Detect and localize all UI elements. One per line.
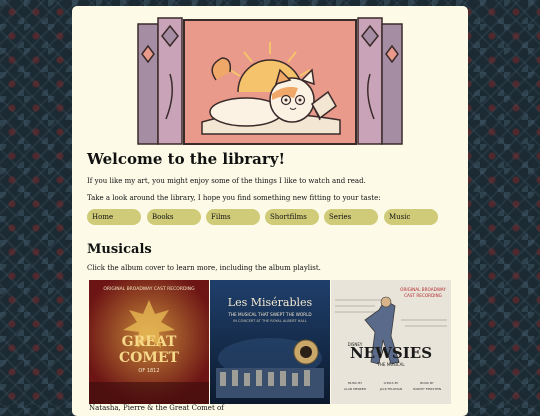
album-caption: Natasha, Pierre & the Great Comet of [89, 404, 224, 412]
svg-text:BOOK BY: BOOK BY [420, 381, 434, 385]
svg-text:OF 1812: OF 1812 [138, 368, 159, 374]
svg-text:COMET: COMET [119, 350, 180, 366]
nav-home[interactable]: Home [87, 209, 141, 225]
svg-text:HARVEY FIERSTEIN: HARVEY FIERSTEIN [413, 387, 441, 391]
section-title: Musicals [87, 242, 152, 257]
library-banner-illustration [106, 14, 434, 148]
album-cover-great-comet[interactable]: ORIGINAL BROADWAY CAST RECORDING GREAT C… [89, 280, 209, 404]
svg-text:JACK FELDMAN: JACK FELDMAN [379, 387, 402, 391]
content-card: Welcome to the library! If you like my a… [72, 6, 468, 416]
svg-text:ALAN MENKEN: ALAN MENKEN [344, 387, 366, 391]
svg-text:IN CONCERT AT THE ROYAL ALBERT: IN CONCERT AT THE ROYAL ALBERT HALL [233, 319, 307, 323]
svg-text:ORIGINAL BROADWAY: ORIGINAL BROADWAY [400, 287, 446, 292]
svg-text:Les Misérables: Les Misérables [228, 296, 313, 309]
svg-text:NEWSIES: NEWSIES [350, 344, 432, 362]
svg-text:THE MUSICAL THAT SWEPT THE WOR: THE MUSICAL THAT SWEPT THE WORLD [227, 312, 311, 317]
nav-bar: Home Books Films Shortfilms Series Music [87, 209, 447, 225]
svg-text:ORIGINAL BROADWAY CAST RECORDI: ORIGINAL BROADWAY CAST RECORDING [103, 286, 195, 292]
page-title: Welcome to the library! [87, 150, 286, 168]
nav-films[interactable]: Films [206, 209, 260, 225]
svg-text:CAST RECORDING: CAST RECORDING [404, 293, 442, 298]
intro-text: If you like my art, you might enjoy some… [87, 177, 366, 185]
nav-books[interactable]: Books [147, 209, 201, 225]
nav-music[interactable]: Music [384, 209, 438, 225]
section-note: Click the album cover to learn more, inc… [87, 264, 321, 272]
svg-text:THE MUSICAL: THE MUSICAL [376, 362, 405, 367]
nav-series[interactable]: Series [324, 209, 378, 225]
album-cover-les-miserables[interactable]: Les Misérables THE MUSICAL THAT SWEPT TH… [210, 280, 330, 404]
svg-text:GREAT: GREAT [122, 334, 177, 350]
svg-text:MUSIC BY: MUSIC BY [348, 381, 363, 385]
album-cover-newsies[interactable]: ORIGINAL BROADWAY CAST RECORDING DISNEY … [331, 280, 451, 404]
svg-text:LYRICS BY: LYRICS BY [384, 381, 399, 385]
intro-text-2: Take a look around the library, I hope y… [87, 194, 381, 202]
nav-shortfilms[interactable]: Shortfilms [265, 209, 319, 225]
